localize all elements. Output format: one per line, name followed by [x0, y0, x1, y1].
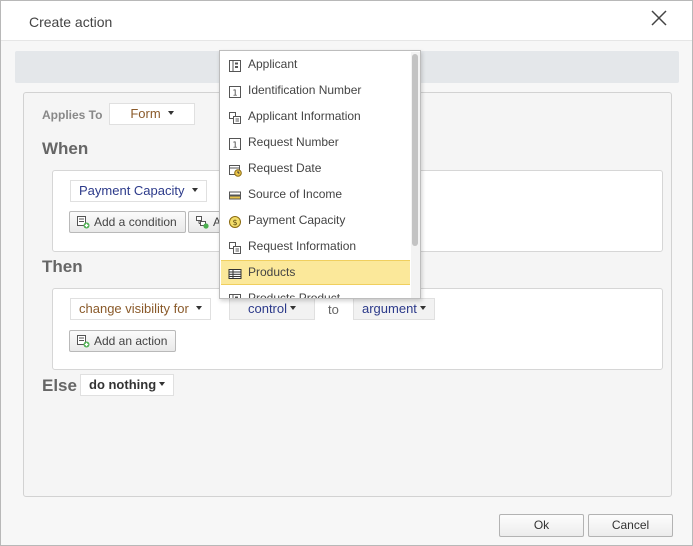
svg-text:1: 1	[232, 89, 237, 98]
menu-item[interactable]: Request Information	[221, 234, 410, 259]
close-icon[interactable]	[649, 8, 669, 28]
dialog-title: Create action	[29, 14, 113, 30]
cancel-button[interactable]: Cancel	[588, 514, 673, 537]
argument-dropdown[interactable]: argument	[353, 298, 435, 320]
menu-item-label: Applicant	[248, 57, 298, 71]
field-dropdown-menu: Applicant 1 Identification Number Applicant…	[219, 50, 421, 299]
menu-item-label: Request Date	[248, 161, 322, 175]
menu-item[interactable]: Products Product	[221, 286, 410, 299]
form-icon	[228, 291, 242, 298]
menu-item-label: Request Number	[248, 135, 339, 149]
menu-item[interactable]: Source of Income	[221, 182, 410, 207]
action-value: change visibility for	[79, 301, 189, 316]
add-condition-label: Add a condition	[94, 215, 177, 229]
menu-item-label: Products Product	[248, 291, 341, 299]
ok-button[interactable]: Ok	[499, 514, 584, 537]
chevron-down-icon	[191, 187, 198, 192]
menu-item[interactable]: $ Payment Capacity	[221, 208, 410, 233]
menu-item-label: Identification Number	[248, 83, 362, 97]
add-action-label: Add an action	[94, 334, 168, 348]
chevron-down-icon	[290, 305, 297, 310]
add-group-button[interactable]: A	[188, 211, 222, 233]
menu-item-label: Source of Income	[248, 187, 343, 201]
add-row-icon	[76, 215, 90, 235]
applies-to-value: Form	[130, 106, 161, 121]
control-dropdown[interactable]: control	[229, 298, 315, 320]
menu-item-label: Applicant Information	[248, 109, 361, 123]
applies-to-label: Applies To	[42, 108, 103, 122]
menu-item[interactable]: 1 Request Number	[221, 130, 410, 155]
menu-item[interactable]: Applicant Information	[221, 104, 410, 129]
create-action-dialog: Create action Applies To Form When Payme…	[0, 0, 693, 546]
add-row-icon	[76, 334, 90, 354]
svg-text:$: $	[232, 218, 237, 227]
then-box: change visibility for control to argumen…	[52, 288, 663, 370]
chevron-down-icon	[419, 305, 426, 310]
else-dropdown[interactable]: do nothing	[80, 374, 175, 396]
chevron-down-icon	[167, 110, 174, 115]
when-title: When	[42, 139, 89, 158]
action-dropdown[interactable]: change visibility for	[70, 298, 211, 320]
menu-item[interactable]: 1 Identification Number	[221, 78, 410, 103]
menu-item[interactable]: Request Date	[221, 156, 410, 181]
menu-item-label: Request Information	[248, 239, 357, 253]
menu-item-label: Products	[248, 265, 296, 279]
control-value: control	[247, 301, 288, 316]
else-title: Else	[42, 376, 77, 395]
title-bar: Create action	[1, 1, 692, 41]
else-value: do nothing	[89, 377, 157, 392]
svg-text:1: 1	[232, 141, 237, 150]
scrollbar-thumb[interactable]	[412, 54, 418, 246]
to-label: to	[328, 302, 339, 317]
condition-dropdown[interactable]: Payment Capacity	[70, 180, 207, 202]
condition-value: Payment Capacity	[79, 183, 185, 198]
add-condition-button[interactable]: Add a condition	[69, 211, 186, 233]
argument-value: argument	[362, 301, 417, 316]
add-action-button[interactable]: Add an action	[69, 330, 177, 354]
menu-item[interactable]: Products	[221, 260, 410, 285]
menu-item-label: Payment Capacity	[248, 213, 346, 227]
chevron-down-icon	[159, 381, 166, 386]
menu-item[interactable]: Applicant	[221, 52, 410, 77]
then-title: Then	[42, 257, 83, 276]
chevron-down-icon	[195, 305, 202, 310]
applies-to-dropdown[interactable]: Form	[109, 103, 195, 125]
add-group-icon	[195, 215, 209, 235]
